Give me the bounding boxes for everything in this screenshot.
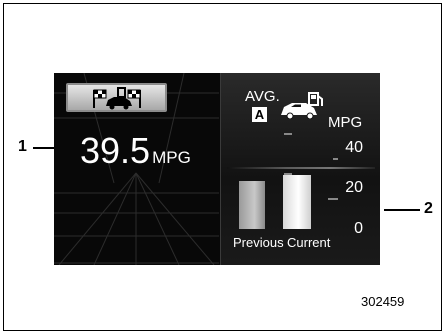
avg-label: AVG. bbox=[245, 88, 280, 105]
scale-tick-mark bbox=[328, 198, 338, 200]
current-trip-economy: 39.5 MPG bbox=[80, 131, 191, 178]
trip-mpg-unit: MPG bbox=[152, 148, 191, 167]
trip-car-flags-icon bbox=[66, 83, 167, 112]
scale-tick-mark bbox=[284, 133, 292, 135]
callout-2-number: 2 bbox=[424, 200, 433, 217]
bar-previous bbox=[239, 181, 265, 229]
category-label-current: Current bbox=[287, 235, 331, 250]
bar-current bbox=[283, 175, 311, 229]
avg-mode-badge: A bbox=[252, 107, 267, 122]
figure-id: 302459 bbox=[361, 294, 405, 309]
y-tick-label-20: 20 bbox=[345, 179, 363, 196]
trip-mpg-value: 39.5 bbox=[80, 130, 151, 171]
callout-1-number: 1 bbox=[18, 138, 27, 155]
average-economy-panel: AVG. A MPG 40 20 0 Previous Current bbox=[220, 73, 380, 265]
avg-mpg-unit: MPG bbox=[328, 114, 363, 131]
scale-tick-mark bbox=[333, 158, 338, 160]
car-fuel-pump-icon bbox=[281, 92, 323, 119]
y-tick-label-0: 0 bbox=[354, 220, 363, 237]
callout-2-leader-line bbox=[384, 209, 420, 211]
divider-line bbox=[227, 167, 375, 169]
category-label-previous: Previous bbox=[233, 235, 284, 250]
y-tick-label-40: 40 bbox=[345, 139, 363, 156]
fuel-economy-display: 39.5 MPG AVG. A MPG 40 20 0 Previous Curr… bbox=[54, 73, 380, 265]
